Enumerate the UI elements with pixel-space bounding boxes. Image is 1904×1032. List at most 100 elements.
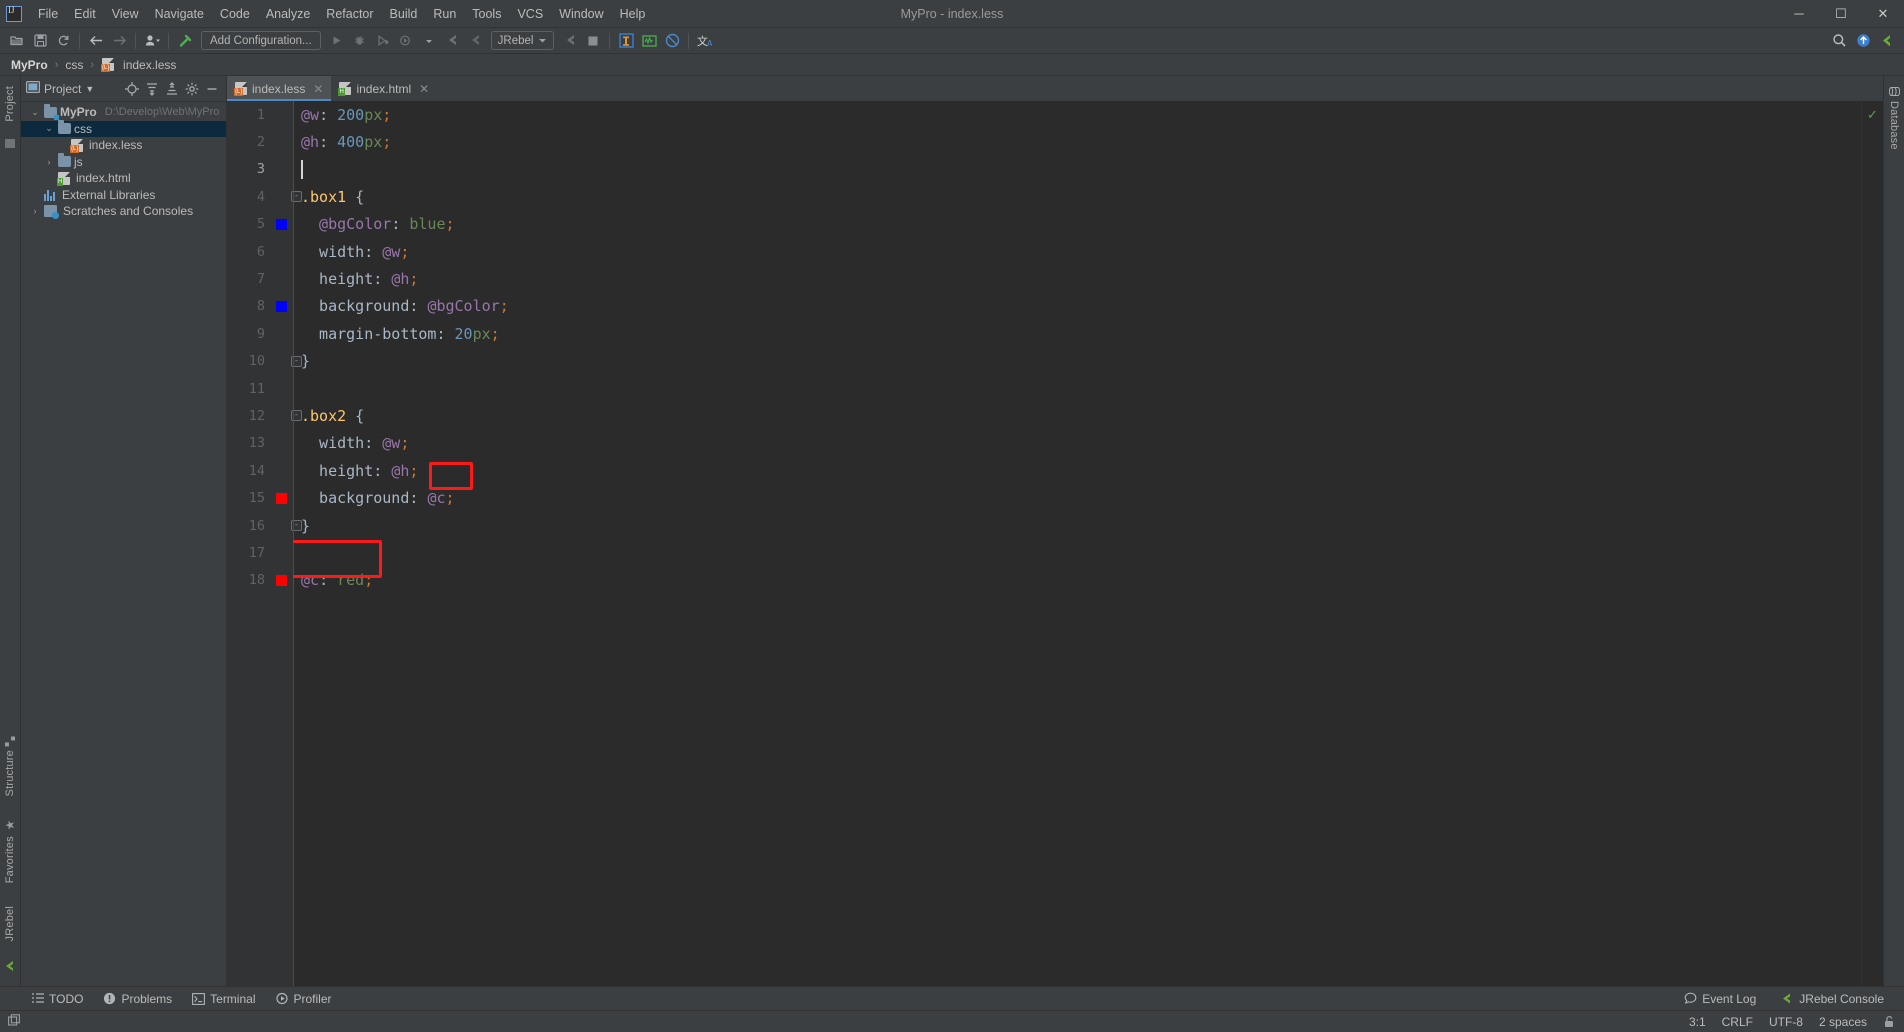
code-line[interactable] xyxy=(301,539,1861,566)
gutter-row[interactable]: 13 xyxy=(227,430,293,457)
code-content[interactable]: @w: 200 px; @h: 400 px; .box1 { @bgColor: bl… xyxy=(293,101,1861,986)
color-preview-chip[interactable] xyxy=(276,218,287,230)
tree-node-scratches-and-consoles[interactable]: › Scratches and Consoles xyxy=(21,203,226,220)
code-line[interactable] xyxy=(301,375,1861,402)
profile-run-icon[interactable] xyxy=(395,30,417,52)
tool-button-event-log[interactable]: Event Log xyxy=(1674,990,1766,1008)
code-line[interactable]: margin-bottom: 20 px; xyxy=(301,320,1861,347)
breadcrumb-folder[interactable]: css xyxy=(62,57,86,73)
editor-markup-bar[interactable]: ✓ xyxy=(1861,101,1883,986)
tool-button-profiler[interactable]: Profiler xyxy=(266,990,342,1008)
gutter-row[interactable]: 1 xyxy=(227,101,293,128)
code-line[interactable]: width: @w; xyxy=(301,430,1861,457)
close-button[interactable]: ✕ xyxy=(1862,0,1904,27)
code-line[interactable]: } xyxy=(301,512,1861,539)
gutter-row[interactable]: 15 xyxy=(227,484,293,511)
gutter-row[interactable]: 6 xyxy=(227,238,293,265)
tree-node-js[interactable]: › js xyxy=(21,153,226,171)
gutter-row[interactable]: 16- xyxy=(227,512,302,539)
tool-button-favorites[interactable]: Favorites ★ xyxy=(3,814,17,887)
no-access-icon[interactable] xyxy=(661,30,683,52)
code-line[interactable] xyxy=(301,156,1861,183)
code-line[interactable]: } xyxy=(301,348,1861,375)
gutter-row[interactable]: 3 xyxy=(227,156,293,183)
menu-file[interactable]: File xyxy=(30,4,66,24)
code-editor[interactable]: 1 2 3 4-5 6 7 8 9 10-11 12-13 14 15 16-17 18 @w: 200 p… xyxy=(227,101,1883,986)
locate-target-icon[interactable] xyxy=(122,79,141,98)
tab-index-less[interactable]: {L} index.less ✕ xyxy=(227,76,332,101)
code-line[interactable]: height: @h; xyxy=(301,265,1861,292)
jrebel-selector[interactable]: JRebel xyxy=(490,31,555,50)
arrow-left-icon[interactable] xyxy=(85,30,107,52)
chevron-right-icon[interactable]: › xyxy=(29,206,41,216)
menu-refactor[interactable]: Refactor xyxy=(318,4,381,24)
refresh-icon[interactable] xyxy=(52,30,74,52)
code-line[interactable]: background: @c; xyxy=(301,484,1861,511)
chevron-down-icon[interactable]: ▼ xyxy=(85,84,94,94)
user-profile-icon[interactable] xyxy=(141,30,163,52)
indent-setting[interactable]: 2 spaces xyxy=(1819,1015,1867,1029)
collapse-all-icon[interactable] xyxy=(162,79,181,98)
gutter-row[interactable]: 10- xyxy=(227,348,302,375)
code-line[interactable]: .box2 { xyxy=(301,402,1861,429)
check-ok-icon[interactable]: ✓ xyxy=(1867,107,1878,123)
tool-button-jrebel-console[interactable]: JRebel Console xyxy=(1770,990,1894,1008)
code-line[interactable]: @bgColor: blue; xyxy=(301,211,1861,238)
tree-node-index-html[interactable]: H index.html xyxy=(21,170,226,187)
tool-button-todo[interactable]: TODO xyxy=(22,990,93,1008)
gutter-row[interactable]: 8 xyxy=(227,293,293,320)
run-play-icon[interactable] xyxy=(326,30,348,52)
menu-run[interactable]: Run xyxy=(425,4,464,24)
chevron-right-icon[interactable]: › xyxy=(43,157,55,167)
jrebel-run-icon[interactable] xyxy=(441,30,463,52)
caret-position[interactable]: 3:1 xyxy=(1689,1015,1706,1029)
update-arrow-icon[interactable] xyxy=(1852,30,1874,52)
translate-icon[interactable]: 文A xyxy=(694,30,716,52)
stop-square-icon[interactable] xyxy=(582,30,604,52)
run-coverage-icon[interactable] xyxy=(372,30,394,52)
code-line[interactable]: width: @w; xyxy=(301,238,1861,265)
hide-panel-icon[interactable] xyxy=(202,79,221,98)
gutter-row[interactable]: 11 xyxy=(227,375,293,402)
color-preview-chip[interactable] xyxy=(276,574,287,586)
tool-button-jrebel[interactable]: JRebel xyxy=(4,902,16,945)
search-icon[interactable] xyxy=(1828,30,1850,52)
unlocked-padlock-icon[interactable] xyxy=(1883,1015,1896,1028)
menu-analyze[interactable]: Analyze xyxy=(258,4,318,24)
chevron-down-icon[interactable] xyxy=(418,30,440,52)
jrebel-panel-icon[interactable] xyxy=(1876,30,1898,52)
menu-code[interactable]: Code xyxy=(212,4,258,24)
tree-node-css[interactable]: ⌄ css xyxy=(21,120,226,137)
code-line[interactable]: background: @bgColor; xyxy=(301,293,1861,320)
ij-structure-icon[interactable] xyxy=(615,30,637,52)
close-icon[interactable]: ✕ xyxy=(313,82,323,96)
jrebel-back-icon[interactable] xyxy=(559,30,581,52)
tool-button-database[interactable]: Database xyxy=(1888,82,1900,154)
menu-vcs[interactable]: VCS xyxy=(509,4,551,24)
tree-node-external-libraries[interactable]: External Libraries xyxy=(21,187,226,204)
structure-square-icon[interactable] xyxy=(4,136,16,154)
tool-button-problems[interactable]: Problems xyxy=(93,990,182,1008)
gutter-row[interactable]: 18 xyxy=(227,567,293,594)
save-icon[interactable] xyxy=(29,30,51,52)
folder-open-icon[interactable] xyxy=(6,30,28,52)
code-line[interactable]: @h: 400 px; xyxy=(301,128,1861,155)
jrebel-debug-icon[interactable] xyxy=(464,30,486,52)
tool-button-project[interactable]: Project xyxy=(4,82,16,126)
breadcrumb-file[interactable]: index.less xyxy=(120,57,179,73)
gutter-row[interactable]: 2 xyxy=(227,128,293,155)
gutter-row[interactable]: 9 xyxy=(227,320,293,347)
maximize-button[interactable]: ☐ xyxy=(1820,0,1862,27)
tab-index-html[interactable]: H index.html ✕ xyxy=(331,76,438,101)
debug-bug-icon[interactable] xyxy=(349,30,371,52)
code-line[interactable]: @w: 200 px; xyxy=(301,101,1861,128)
gutter-row[interactable]: 5 xyxy=(227,211,293,238)
tool-button-structure[interactable]: Structure xyxy=(4,732,16,800)
gutter-row[interactable]: 14 xyxy=(227,457,293,484)
color-preview-chip[interactable] xyxy=(276,492,287,504)
tree-node-mypro[interactable]: ⌄ MyPro D:\Develop\Web\MyPro xyxy=(21,103,226,121)
breadcrumb-project[interactable]: MyPro xyxy=(8,57,51,73)
menu-view[interactable]: View xyxy=(104,4,147,24)
menu-build[interactable]: Build xyxy=(382,4,426,24)
arrow-right-icon[interactable] xyxy=(108,30,130,52)
